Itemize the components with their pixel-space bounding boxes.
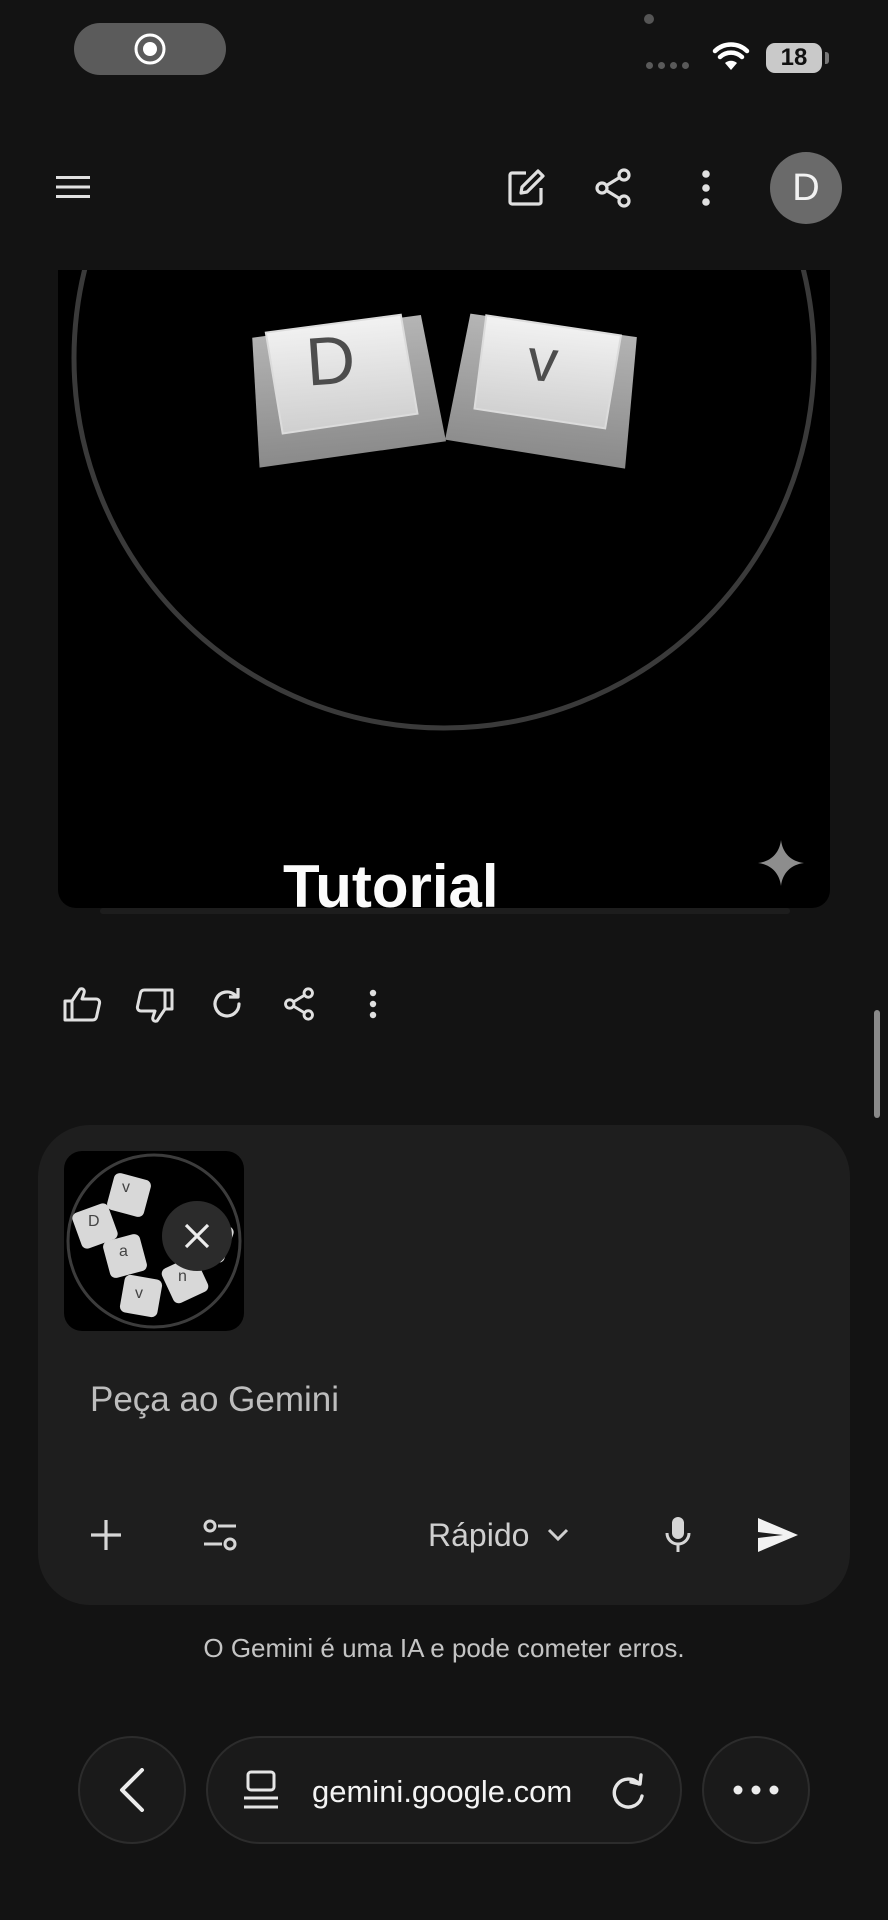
attachment-keycap-label: v [122,1179,130,1196]
thumbs-up-icon [63,987,102,1022]
reload-button[interactable] [604,1768,652,1816]
avatar[interactable]: D [770,152,842,224]
more-vertical-icon [369,989,377,1019]
microphone-icon [665,1517,691,1552]
remove-attachment-button[interactable] [162,1201,232,1271]
thumbs-up-button[interactable] [58,980,106,1028]
new-chat-button[interactable] [500,162,552,214]
screen-record-indicator[interactable] [74,23,226,75]
thumbs-down-button[interactable] [131,982,179,1030]
close-icon [184,1223,210,1249]
share-response-button[interactable] [275,980,323,1028]
send-icon [758,1518,798,1552]
more-vertical-icon [702,170,710,206]
generated-image-card[interactable]: D v Tutorial [58,270,830,908]
scrollbar[interactable] [874,1010,880,1118]
refresh-icon [213,988,241,1018]
more-horizontal-icon [733,1785,779,1795]
attachment-thumbnail[interactable]: v D a t n v [64,1151,244,1331]
model-mode-select[interactable]: Rápido [428,1505,569,1565]
edit-icon [508,169,545,206]
response-more-button[interactable] [353,982,393,1026]
chevron-down-icon [548,1528,569,1542]
keycap-v-label: v [525,325,561,396]
battery-tip [825,52,829,64]
attachment-keycap-label: a [119,1243,128,1260]
tune-icon [203,1519,237,1551]
keycap-d-label: D [303,321,358,401]
gemini-sparkle-icon [758,840,804,886]
image-title-text: Tutorial [283,853,499,908]
battery-indicator: 18 [766,43,822,73]
card-divider [100,908,790,914]
regenerate-button[interactable] [203,980,251,1028]
generated-image [71,270,817,731]
ring-decoration [71,270,817,731]
prompt-input[interactable] [90,1370,790,1430]
attachment-keycap-label: v [135,1285,143,1302]
avatar-letter: D [792,166,820,209]
wifi-icon [712,42,750,70]
camera-dot [644,14,654,24]
tools-button[interactable] [192,1507,248,1563]
site-info-icon [244,1770,278,1809]
address-bar[interactable]: gemini.google.com [206,1736,682,1844]
browser-menu-button[interactable] [702,1736,810,1844]
chevron-left-icon [120,1768,144,1812]
hamburger-menu-icon [56,176,90,198]
mode-label: Rápido [428,1516,530,1553]
share-chat-button[interactable] [587,162,639,214]
gemini-chat-page: 18 D D v Tutorial v D a n v Peça ao Gemi… [0,0,888,1920]
microphone-button[interactable] [650,1507,706,1563]
refresh-icon [612,1773,644,1809]
share-icon [595,168,631,208]
battery-level: 18 [780,44,808,71]
more-options-button[interactable] [682,162,730,214]
disclaimer-text: O Gemini é uma IA e pode cometer erros. [203,1633,685,1663]
thumbs-down-icon [135,988,174,1023]
back-button[interactable] [78,1736,186,1844]
cellular-signal-icon [646,62,689,69]
share-icon [284,987,314,1021]
record-icon [134,33,166,65]
menu-button[interactable] [46,160,100,214]
send-button[interactable] [748,1505,808,1565]
prompt-composer: v D a t n v [38,1125,850,1605]
attachment-keycap-label: n [178,1268,187,1285]
add-attachment-button[interactable] [78,1507,134,1563]
plus-icon [91,1520,121,1550]
attachment-keycap-label: D [88,1213,100,1230]
status-bar: 18 [0,0,888,110]
url-text: gemini.google.com [312,1774,573,1809]
